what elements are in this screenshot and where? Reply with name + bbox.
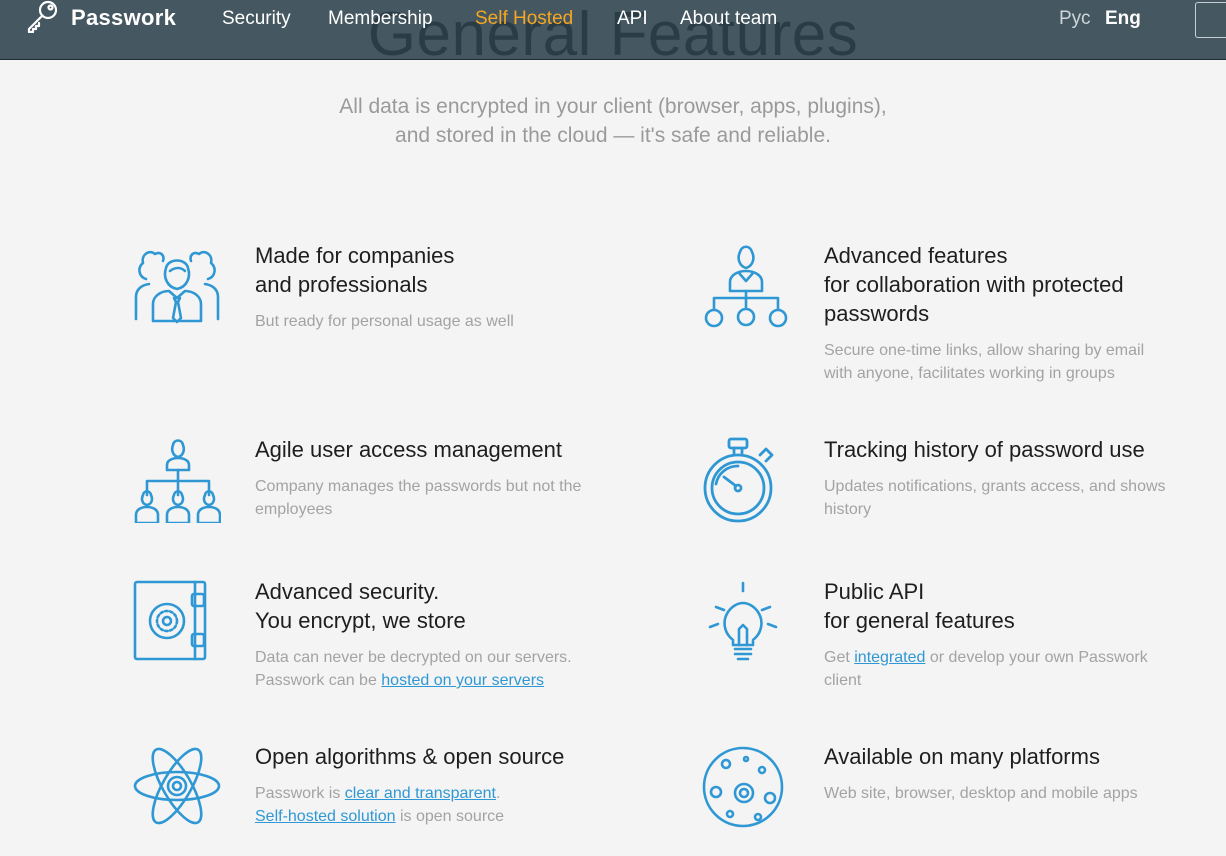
feature-description-text: Passwork is (255, 785, 345, 802)
feature-description: Secure one-time links, allow sharing by … (824, 339, 1214, 385)
feature-description-text: or develop your own Passwork (925, 649, 1148, 666)
feature-description: But ready for personal usage as well (255, 310, 675, 333)
nav-link-api[interactable]: API (617, 8, 648, 30)
subtitle-line: All data is encrypted in your client (br… (339, 95, 887, 118)
top-navigation: Passwork Security Membership Self Hosted… (0, 0, 1226, 60)
sign-in-button[interactable] (1195, 2, 1226, 38)
feature-title-line: Open algorithms & open source (255, 744, 565, 769)
safe-icon (133, 577, 221, 665)
feature-title-line: Available on many platforms (824, 744, 1100, 769)
hierarchy-icon (133, 435, 222, 525)
feature-description-text: Data can never be decrypted on our serve… (255, 649, 572, 666)
nav-link-about-team[interactable]: About team (680, 8, 777, 30)
language-russian[interactable]: Рус (1059, 8, 1090, 30)
feature-title-line: Public API (824, 579, 925, 604)
feature-title-line: You encrypt, we store (255, 608, 466, 633)
team-icon (133, 241, 221, 329)
language-english[interactable]: Eng (1105, 8, 1141, 30)
feature-title: Agile user access management (255, 435, 562, 464)
brand-name: Passwork (71, 5, 177, 30)
nav-link-security[interactable]: Security (222, 8, 291, 30)
feature-description: Get integrated or develop your own Passw… (824, 646, 1214, 692)
feature-description: Web site, browser, desktop and mobile ap… (824, 782, 1214, 805)
feature-title: Tracking history of password use (824, 435, 1145, 464)
clear-and-transparent-link[interactable]: clear and transparent (345, 785, 496, 802)
feature-title-line: and professionals (255, 272, 428, 297)
collaboration-icon (702, 241, 790, 329)
feature-title-line: passwords (824, 301, 930, 326)
feature-title-line: for collaboration with protected (824, 272, 1124, 297)
feature-title: Available on many platforms (824, 742, 1100, 771)
feature-description-text: Web site, browser, desktop and mobile ap… (824, 785, 1138, 802)
feature-title-line: Advanced security. (255, 579, 440, 604)
feature-title: Made for companies and professionals (255, 241, 454, 299)
feature-title-line: Agile user access management (255, 437, 562, 462)
subtitle-line: and stored in the cloud — it's safe and … (395, 124, 831, 147)
planet-icon (702, 742, 790, 830)
feature-description-text: Secure one-time links, allow sharing by … (824, 342, 1145, 359)
stopwatch-icon (702, 435, 790, 523)
nav-link-membership[interactable]: Membership (328, 8, 433, 30)
feature-title: Advanced features for collaboration with… (824, 241, 1124, 328)
atom-icon (133, 742, 221, 830)
feature-description-text: . (496, 785, 501, 802)
feature-title-line: Advanced features (824, 243, 1008, 268)
feature-description-text: Passwork can be (255, 672, 382, 689)
feature-description: Data can never be decrypted on our serve… (255, 646, 675, 692)
nav-link-self-hosted[interactable]: Self Hosted (475, 8, 573, 30)
feature-title-line: for general features (824, 608, 1015, 633)
feature-description-text: Updates notifications, grants access, an… (824, 478, 1166, 495)
feature-title: Public API for general features (824, 577, 1015, 635)
integrated-link[interactable]: integrated (854, 649, 925, 666)
feature-description-text: is open source (395, 808, 505, 825)
self-hosted-solution-link[interactable]: Self-hosted solution (255, 808, 396, 825)
feature-description-text: employees (255, 501, 333, 518)
feature-description-text: with anyone, facilitates working in grou… (824, 365, 1115, 382)
hosted-on-your-servers-link[interactable]: hosted on your servers (381, 672, 544, 689)
brand-logo[interactable]: Passwork (25, 0, 176, 36)
feature-description-text: client (824, 672, 862, 689)
feature-description: Company manages the passwords but not th… (255, 475, 675, 521)
feature-description: Updates notifications, grants access, an… (824, 475, 1214, 521)
key-icon (25, 0, 61, 38)
feature-title-line: Made for companies (255, 243, 455, 268)
feature-description-text: But ready for personal usage as well (255, 313, 514, 330)
feature-description: Passwork is clear and transparent. Self-… (255, 782, 675, 828)
section-subtitle: All data is encrypted in your client (br… (0, 92, 1226, 150)
feature-description-text: history (824, 501, 872, 518)
feature-description-text: Company manages the passwords but not th… (255, 478, 582, 495)
feature-title: Advanced security. You encrypt, we store (255, 577, 466, 635)
feature-title-line: Tracking history of password use (824, 437, 1145, 462)
lightbulb-icon (702, 577, 790, 665)
feature-title: Open algorithms & open source (255, 742, 564, 771)
feature-description-text: Get (824, 649, 855, 666)
